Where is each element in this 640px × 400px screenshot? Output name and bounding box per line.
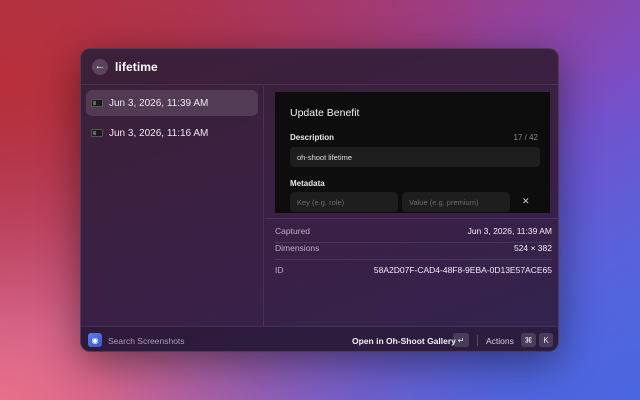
detail-row-id: ID 58A2D07F-CAD4-48F8-9EBA-0D13E57ACE65 bbox=[275, 262, 552, 278]
preview-metadata-label: Metadata bbox=[290, 179, 325, 188]
search-bar: ← lifetime bbox=[81, 49, 558, 85]
actions-button[interactable]: Actions bbox=[486, 336, 514, 346]
preview-key-field: Key (e.g. role) bbox=[290, 192, 398, 212]
divider bbox=[477, 335, 478, 346]
detail-value: 524 × 382 bbox=[513, 243, 552, 253]
detail-key: Dimensions bbox=[275, 243, 320, 253]
command-key-icon: ⌘ bbox=[521, 333, 536, 347]
divider bbox=[265, 218, 558, 219]
screenshot-thumbnail-icon bbox=[91, 129, 103, 137]
return-key-icon: ↵ bbox=[453, 333, 469, 347]
list-item-label: Jun 3, 2026, 11:16 AM bbox=[109, 127, 209, 139]
divider bbox=[275, 259, 552, 260]
detail-value: Jun 3, 2026, 11:39 AM bbox=[467, 226, 552, 236]
k-key-icon: K bbox=[539, 333, 553, 347]
detail-panel: Update Benefit Description 17 / 42 oh-sh… bbox=[265, 86, 558, 326]
screenshot-preview: Update Benefit Description 17 / 42 oh-sh… bbox=[275, 92, 550, 213]
preview-value-field: Value (e.g. premium) bbox=[402, 192, 510, 212]
detail-value: 58A2D07F-CAD4-48F8-9EBA-0D13E57ACE65 bbox=[373, 265, 552, 275]
preview-description-field: oh-shoot lifetime bbox=[290, 147, 540, 167]
open-in-gallery-button[interactable]: Open in Oh-Shoot Gallery bbox=[352, 336, 456, 346]
footer-search-label: Search Screenshots bbox=[108, 336, 185, 346]
list-item[interactable]: Jun 3, 2026, 11:16 AM bbox=[86, 120, 258, 146]
detail-row-dimensions: Dimensions 524 × 382 bbox=[275, 240, 552, 256]
action-bar: ◉ Search Screenshots Open in Oh-Shoot Ga… bbox=[81, 326, 558, 351]
launcher-window: ← lifetime Jun 3, 2026, 11:39 AM Jun 3, … bbox=[80, 48, 559, 352]
search-input[interactable]: lifetime bbox=[115, 60, 158, 74]
detail-row-captured: Captured Jun 3, 2026, 11:39 AM bbox=[275, 223, 552, 239]
detail-key: ID bbox=[275, 265, 284, 275]
preview-title: Update Benefit bbox=[290, 107, 360, 119]
detail-key: Captured bbox=[275, 226, 310, 236]
screenshot-list: Jun 3, 2026, 11:39 AM Jun 3, 2026, 11:16… bbox=[81, 86, 264, 326]
list-item-label: Jun 3, 2026, 11:39 AM bbox=[109, 97, 209, 109]
preview-description-label: Description bbox=[290, 133, 335, 142]
close-icon: ✕ bbox=[522, 196, 530, 206]
back-button[interactable]: ← bbox=[92, 58, 108, 75]
screenshot-thumbnail-icon bbox=[91, 99, 103, 107]
list-item[interactable]: Jun 3, 2026, 11:39 AM bbox=[86, 90, 258, 116]
preview-char-count: 17 / 42 bbox=[513, 133, 538, 142]
arrow-left-icon: ← bbox=[94, 60, 106, 72]
camera-app-icon: ◉ bbox=[88, 333, 102, 347]
